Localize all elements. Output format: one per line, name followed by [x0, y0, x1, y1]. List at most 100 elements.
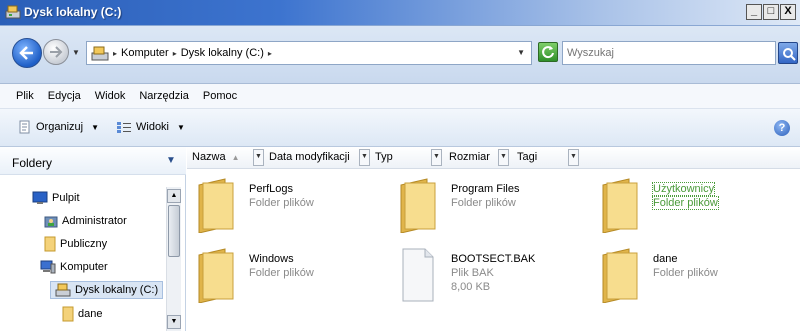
file-item[interactable]: Program Files Folder plików	[395, 175, 585, 233]
tree-item-label: Dysk lokalny (C:)	[75, 284, 159, 296]
tree-item-administrator[interactable]: Administrator	[44, 212, 127, 230]
chevron-right-icon[interactable]: ▸	[173, 47, 177, 60]
file-size: 8,00 KB	[451, 281, 491, 293]
menu-edit[interactable]: Edycja	[48, 90, 81, 102]
forward-button[interactable]	[43, 39, 69, 65]
address-dropdown-icon[interactable]: ▼	[517, 48, 525, 57]
back-button[interactable]	[12, 38, 42, 68]
menu-tools[interactable]: Narzędzia	[139, 90, 189, 102]
menu-view[interactable]: Widok	[95, 90, 126, 102]
file-type: Folder plików	[652, 196, 719, 210]
crumb-computer[interactable]: Komputer	[121, 47, 169, 60]
menu-help[interactable]: Pomoc	[203, 90, 237, 102]
column-headers: Nazwa ▲ ▼ Data modyfikacji ▼ Typ ▼ Rozmia…	[187, 147, 800, 169]
views-label: Widoki	[136, 121, 170, 133]
address-bar-area: ▼ ▸ Komputer ▸ Dysk lokalny (C:) ▸ ▼	[0, 26, 800, 84]
arrow-left-icon	[19, 46, 33, 60]
file-name: Program Files	[451, 183, 520, 195]
file-name: Windows	[249, 253, 294, 265]
column-filter-dropdown-icon[interactable]: ▼	[431, 149, 442, 166]
help-button[interactable]: ?	[774, 120, 790, 136]
file-name: Użytkownicy	[651, 182, 716, 196]
folder-icon	[602, 248, 638, 303]
organize-icon	[19, 120, 30, 134]
column-name[interactable]: Nazwa ▲	[192, 151, 240, 163]
arrow-right-icon	[50, 46, 63, 58]
menu-file[interactable]: Plik	[16, 90, 34, 102]
views-icon	[117, 122, 131, 133]
organize-button[interactable]: Organizuj ▼	[18, 120, 99, 134]
folder-icon	[198, 178, 234, 233]
views-button[interactable]: Widoki ▼	[116, 120, 185, 134]
refresh-button[interactable]	[538, 42, 558, 62]
chevron-down-icon: ▼	[91, 122, 99, 132]
column-date-modified[interactable]: Data modyfikacji	[269, 151, 350, 163]
user-folder-icon	[44, 216, 58, 228]
tree-item-computer[interactable]: Komputer	[40, 258, 108, 276]
tree-item-desktop[interactable]: Pulpit	[32, 189, 80, 207]
folders-label: Foldery	[12, 156, 53, 170]
file-name: dane	[653, 253, 678, 265]
scroll-down-arrow-icon[interactable]: ▼	[167, 315, 181, 329]
drive-icon	[55, 283, 71, 297]
folder-icon	[400, 178, 436, 233]
file-list: PerfLogs Folder plików Program Files Fol…	[187, 169, 800, 331]
address-field[interactable]: ▸ Komputer ▸ Dysk lokalny (C:) ▸ ▼	[86, 41, 532, 65]
chevron-down-icon[interactable]: ▼	[166, 155, 176, 166]
search-icon	[783, 48, 796, 61]
tree-item-public[interactable]: Publiczny	[44, 235, 107, 253]
organize-label: Organizuj	[36, 121, 84, 133]
file-item[interactable]: Windows Folder plików	[193, 245, 383, 303]
folders-header[interactable]: Foldery ▼	[0, 147, 186, 175]
tree-item-label: Komputer	[60, 261, 108, 273]
tree-item-label: Pulpit	[52, 192, 80, 204]
file-type: Folder plików	[653, 267, 718, 279]
tree-item-dane[interactable]: dane	[62, 305, 102, 323]
minimize-button[interactable]: _	[746, 4, 762, 20]
column-size[interactable]: Rozmiar	[449, 151, 490, 163]
close-button[interactable]: X	[780, 4, 796, 20]
file-type: Plik BAK	[451, 267, 494, 279]
crumb-local-disk[interactable]: Dysk lokalny (C:)	[181, 47, 264, 60]
tree-item-label: Publiczny	[60, 238, 108, 250]
column-filter-dropdown-icon[interactable]: ▼	[359, 149, 370, 166]
drive-icon	[91, 46, 109, 61]
recent-pages-dropdown-icon[interactable]: ▼	[72, 48, 80, 57]
file-item[interactable]: BOOTSECT.BAK Plik BAK 8,00 KB	[395, 245, 585, 303]
chevron-down-icon: ▼	[177, 122, 185, 132]
folder-icon	[44, 236, 56, 252]
navigation-pane: Foldery ▼ Pulpit Administrator Publiczny…	[0, 147, 186, 331]
search-button[interactable]	[778, 42, 798, 64]
file-item[interactable]: PerfLogs Folder plików	[193, 175, 383, 233]
tree-item-label: Administrator	[62, 215, 127, 227]
menu-bar: Plik Edycja Widok Narzędzia Pomoc	[0, 84, 800, 109]
search-field[interactable]	[562, 41, 776, 65]
scroll-thumb[interactable]	[168, 205, 180, 257]
tree-item-local-disk[interactable]: Dysk lokalny (C:)	[50, 281, 164, 299]
column-tags[interactable]: Tagi	[517, 151, 537, 163]
column-filter-dropdown-icon[interactable]: ▼	[568, 149, 579, 166]
file-name: PerfLogs	[249, 183, 294, 195]
search-input[interactable]	[567, 43, 767, 63]
file-type: Folder plików	[249, 197, 314, 209]
scroll-up-arrow-icon[interactable]: ▲	[167, 189, 181, 203]
folder-icon	[602, 178, 638, 233]
file-item[interactable]: dane Folder plików	[597, 245, 787, 303]
column-type[interactable]: Typ	[375, 151, 393, 163]
column-filter-dropdown-icon[interactable]: ▼	[498, 149, 509, 166]
command-toolbar: Organizuj ▼ Widoki ▼ ?	[0, 109, 800, 147]
column-filter-dropdown-icon[interactable]: ▼	[253, 149, 264, 166]
computer-icon	[40, 260, 56, 274]
desktop-icon	[32, 191, 48, 204]
column-label: Nazwa	[192, 151, 226, 163]
nav-scrollbar[interactable]: ▲ ▼	[166, 187, 181, 331]
folder-icon	[198, 248, 234, 303]
folder-icon	[62, 306, 74, 322]
file-type: Folder plików	[451, 197, 516, 209]
file-item[interactable]: Użytkownicy Folder plików	[597, 175, 787, 233]
chevron-right-icon[interactable]: ▸	[268, 47, 272, 60]
tree-item-label: dane	[78, 308, 103, 320]
chevron-right-icon[interactable]: ▸	[113, 47, 117, 60]
drive-icon	[5, 5, 21, 19]
maximize-button[interactable]: □	[763, 4, 779, 20]
